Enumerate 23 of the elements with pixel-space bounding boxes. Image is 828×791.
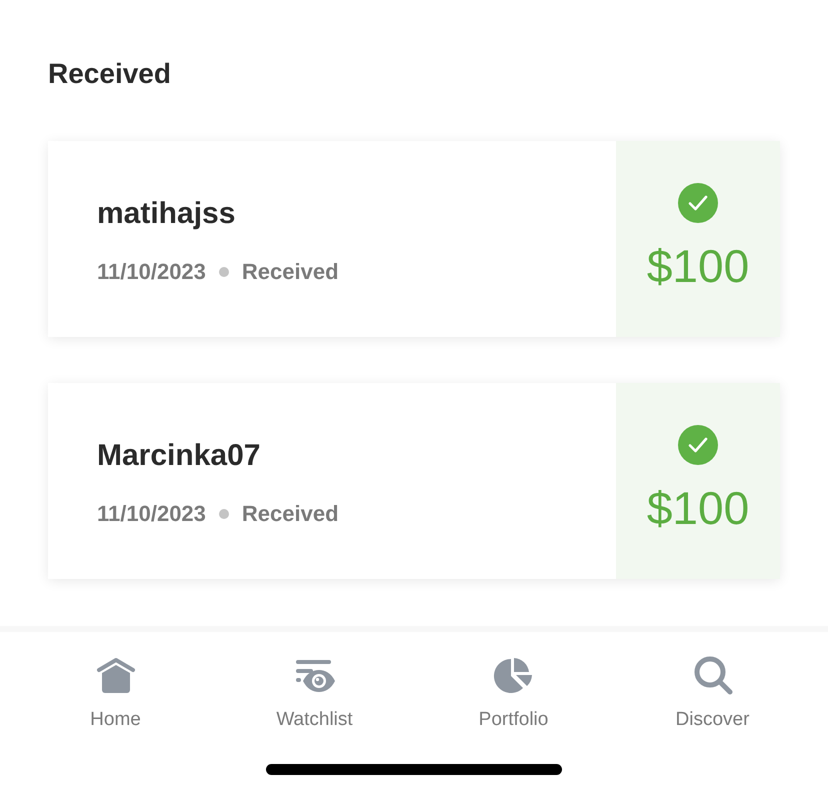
search-icon — [692, 655, 732, 695]
transaction-status: Received — [242, 500, 339, 528]
transaction-date: 11/10/2023 — [97, 500, 206, 528]
tab-button[interactable]: Portfolio — [478, 655, 548, 732]
transaction-card[interactable]: Marcinka07 11/10/2023 Received $100 — [48, 383, 780, 579]
dot-separator-icon — [218, 267, 229, 277]
tab-button[interactable]: Discover — [676, 655, 750, 732]
home-icon — [96, 657, 136, 693]
transaction-card[interactable]: matihajss 11/10/2023 Received $100 — [48, 141, 780, 337]
pie-chart-icon — [493, 657, 534, 693]
section-title: Received — [48, 57, 171, 91]
tab-button[interactable]: Watchlist — [276, 655, 353, 732]
eye-with-lines-icon — [294, 658, 334, 692]
check-circle-icon — [678, 183, 718, 223]
dot-separator-icon — [218, 509, 229, 519]
amount: $100 — [646, 240, 750, 292]
sender-name: Marcinka07 — [97, 438, 260, 474]
transaction-status: Received — [242, 258, 339, 286]
tab-button[interactable]: Home — [90, 655, 141, 732]
transaction-date: 11/10/2023 — [97, 258, 206, 286]
check-circle-icon — [678, 425, 718, 465]
amount: $100 — [646, 482, 750, 534]
sender-name: matihajss — [97, 196, 236, 232]
